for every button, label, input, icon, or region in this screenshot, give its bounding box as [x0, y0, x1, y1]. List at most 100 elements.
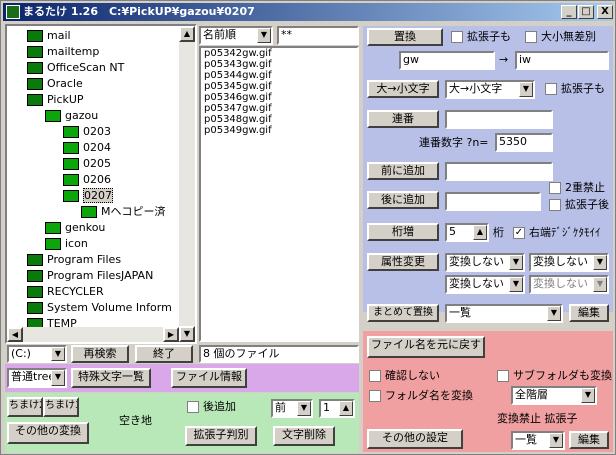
append-button[interactable]: 後に追加	[367, 191, 439, 209]
drive-select[interactable]: (C:) ▼	[7, 345, 67, 363]
exit-button[interactable]: 終了	[135, 345, 193, 363]
tree-item[interactable]: 0203	[63, 124, 111, 140]
minimize-button[interactable]: _	[561, 5, 577, 19]
tree-item-label: icon	[65, 237, 88, 250]
ext-detect-button[interactable]: 拡張子判別	[185, 426, 257, 446]
maximize-button[interactable]: □	[578, 5, 594, 19]
special-chars-button[interactable]: 特殊文字一覧	[71, 368, 151, 388]
bulk-select[interactable]: 一覧 ▼	[445, 304, 563, 323]
tree-item[interactable]: 0205	[63, 156, 111, 172]
tree-item[interactable]: System Volume Inform	[27, 300, 172, 316]
tree-item[interactable]: genkou	[45, 220, 105, 236]
append-input[interactable]	[445, 192, 541, 211]
digits-button[interactable]: 桁増	[367, 223, 439, 241]
file-item[interactable]: p05343gw.gif	[201, 59, 357, 70]
scroll-up-icon[interactable]: ▲	[179, 26, 195, 42]
folder-icon	[45, 110, 61, 122]
prohibit-edit-button[interactable]: 編集	[569, 431, 609, 449]
other-convert-button[interactable]: その他の変換	[7, 422, 89, 444]
folder-name-checkbox[interactable]: フォルダ名を変換	[369, 389, 473, 403]
folder-icon	[27, 62, 43, 74]
restore-button[interactable]: ファイル名を元に戻す	[367, 336, 485, 358]
tree-item[interactable]: 0206	[63, 172, 111, 188]
tree-item[interactable]: mail	[27, 28, 71, 44]
case-button[interactable]: 大→小文字	[367, 80, 439, 98]
prepend-button[interactable]: 前に追加	[367, 162, 439, 180]
file-item[interactable]: p05347gw.gif	[201, 103, 357, 114]
serial-input[interactable]	[445, 110, 553, 129]
slot1-button[interactable]: ちまけ2	[7, 397, 43, 417]
replace-to-input[interactable]: iw	[515, 51, 609, 70]
checkbox-icon: ✓	[513, 227, 525, 239]
serial-button[interactable]: 連番	[367, 110, 439, 128]
scroll-right-icon[interactable]: ▶	[163, 327, 179, 342]
file-item[interactable]: p05342gw.gif	[201, 48, 357, 59]
digits-spinner[interactable]: 5 ▲	[445, 223, 489, 242]
replace-button[interactable]: 置換	[367, 28, 443, 46]
file-list[interactable]: p05342gw.gif p05343gw.gif p05344gw.gif p053…	[199, 46, 359, 342]
scroll-down-icon[interactable]: ▼	[179, 326, 195, 342]
right-digit-checkbox[interactable]: ✓ 右端ﾃﾞｼﾞｹﾀﾓｲｲ	[513, 226, 601, 240]
file-item[interactable]: p05349gw.gif	[201, 125, 357, 136]
tree-item[interactable]: OfficeScan NT	[27, 60, 124, 76]
title-bar: まるたけ 1.26 C:¥PickUP¥gazou¥0207	[3, 3, 613, 21]
char-delete-button[interactable]: 文字削除	[273, 426, 335, 446]
tree-item[interactable]: icon	[45, 236, 88, 252]
depth-value: 全階層	[515, 388, 548, 401]
position-select[interactable]: 前 ▼	[271, 399, 313, 418]
close-button[interactable]: X	[597, 5, 613, 19]
folder-name-label: フォルダ名を変換	[385, 389, 473, 402]
attr-select-1[interactable]: 変換しない ▼	[445, 253, 525, 272]
dup-prohibit-checkbox[interactable]: 2重禁止	[549, 181, 605, 195]
count-spinner[interactable]: 1 ▲	[319, 399, 355, 418]
folder-icon	[27, 270, 43, 282]
no-confirm-checkbox[interactable]: 確認しない	[369, 369, 440, 383]
scroll-left-icon[interactable]: ◀	[7, 327, 23, 342]
tree-item[interactable]: gazou	[45, 108, 98, 124]
case-ext-checkbox[interactable]: 拡張子も	[545, 82, 605, 96]
file-item[interactable]: p05344gw.gif	[201, 70, 357, 81]
prohibit-list-select[interactable]: 一覧 ▼	[511, 431, 565, 450]
right-digit-label: 右端ﾃﾞｼﾞｹﾀﾓｲｲ	[529, 226, 601, 239]
attr-select-4[interactable]: 変換しない ▼	[529, 275, 609, 294]
attr-select-2[interactable]: 変換しない ▼	[529, 253, 609, 272]
research-button[interactable]: 再検索	[71, 345, 129, 363]
other-settings-button[interactable]: その他の設定	[367, 429, 463, 449]
tree-item[interactable]: Program FilesJAPAN	[27, 268, 153, 284]
tree-scrollbar[interactable]: ▲ ▼	[179, 26, 195, 342]
slot2-button[interactable]: ちまけ3	[43, 397, 79, 417]
replace-ext-checkbox[interactable]: 拡張子も	[451, 30, 511, 44]
tree-item[interactable]: 0204	[63, 140, 111, 156]
attr-button[interactable]: 属性変更	[367, 253, 439, 271]
tree-item[interactable]: 0207	[63, 188, 113, 204]
subfolder-checkbox[interactable]: サブフォルダも変換	[497, 369, 612, 383]
bulk-edit-button[interactable]: 編集	[569, 304, 609, 322]
attr-select-3[interactable]: 変換しない ▼	[445, 275, 525, 294]
depth-select[interactable]: 全階層 ▼	[511, 386, 597, 405]
file-item[interactable]: p05346gw.gif	[201, 92, 357, 103]
ext-after-checkbox[interactable]: 拡張子後	[549, 198, 609, 212]
tree-item[interactable]: Program Files	[27, 252, 121, 268]
case-insensitive-checkbox[interactable]: 大小無差別	[525, 30, 596, 44]
chevron-down-icon: ▼	[509, 255, 523, 270]
tree-item[interactable]: Oracle	[27, 76, 83, 92]
tree-item[interactable]: RECYCLER	[27, 284, 104, 300]
checkbox-icon	[525, 31, 537, 43]
case-mode-select[interactable]: 大→小文字 ▼	[445, 80, 535, 99]
file-item[interactable]: p05345gw.gif	[201, 81, 357, 92]
append-checkbox[interactable]: 後追加	[187, 400, 236, 414]
file-info-button[interactable]: ファイル情報	[171, 368, 247, 388]
tree-mode-select[interactable]: 普通tree ▼	[7, 368, 67, 388]
chevron-down-icon: ▼	[593, 277, 607, 292]
filter-input[interactable]: **	[277, 26, 359, 45]
tree-item[interactable]: mailtemp	[27, 44, 99, 60]
serial-number-input[interactable]: 5350	[495, 133, 553, 152]
tree-hscrollbar[interactable]: ◀ ▶	[7, 327, 179, 342]
bulk-replace-button[interactable]: まとめて置換	[367, 304, 439, 322]
prepend-input[interactable]	[445, 162, 553, 181]
tree-item[interactable]: Mヘコピー済	[81, 204, 166, 220]
replace-from-input[interactable]: gw	[399, 51, 495, 70]
file-item[interactable]: p05348gw.gif	[201, 114, 357, 125]
sort-select[interactable]: 名前順 ▼	[199, 26, 273, 45]
tree-item[interactable]: PickUP	[27, 92, 84, 108]
